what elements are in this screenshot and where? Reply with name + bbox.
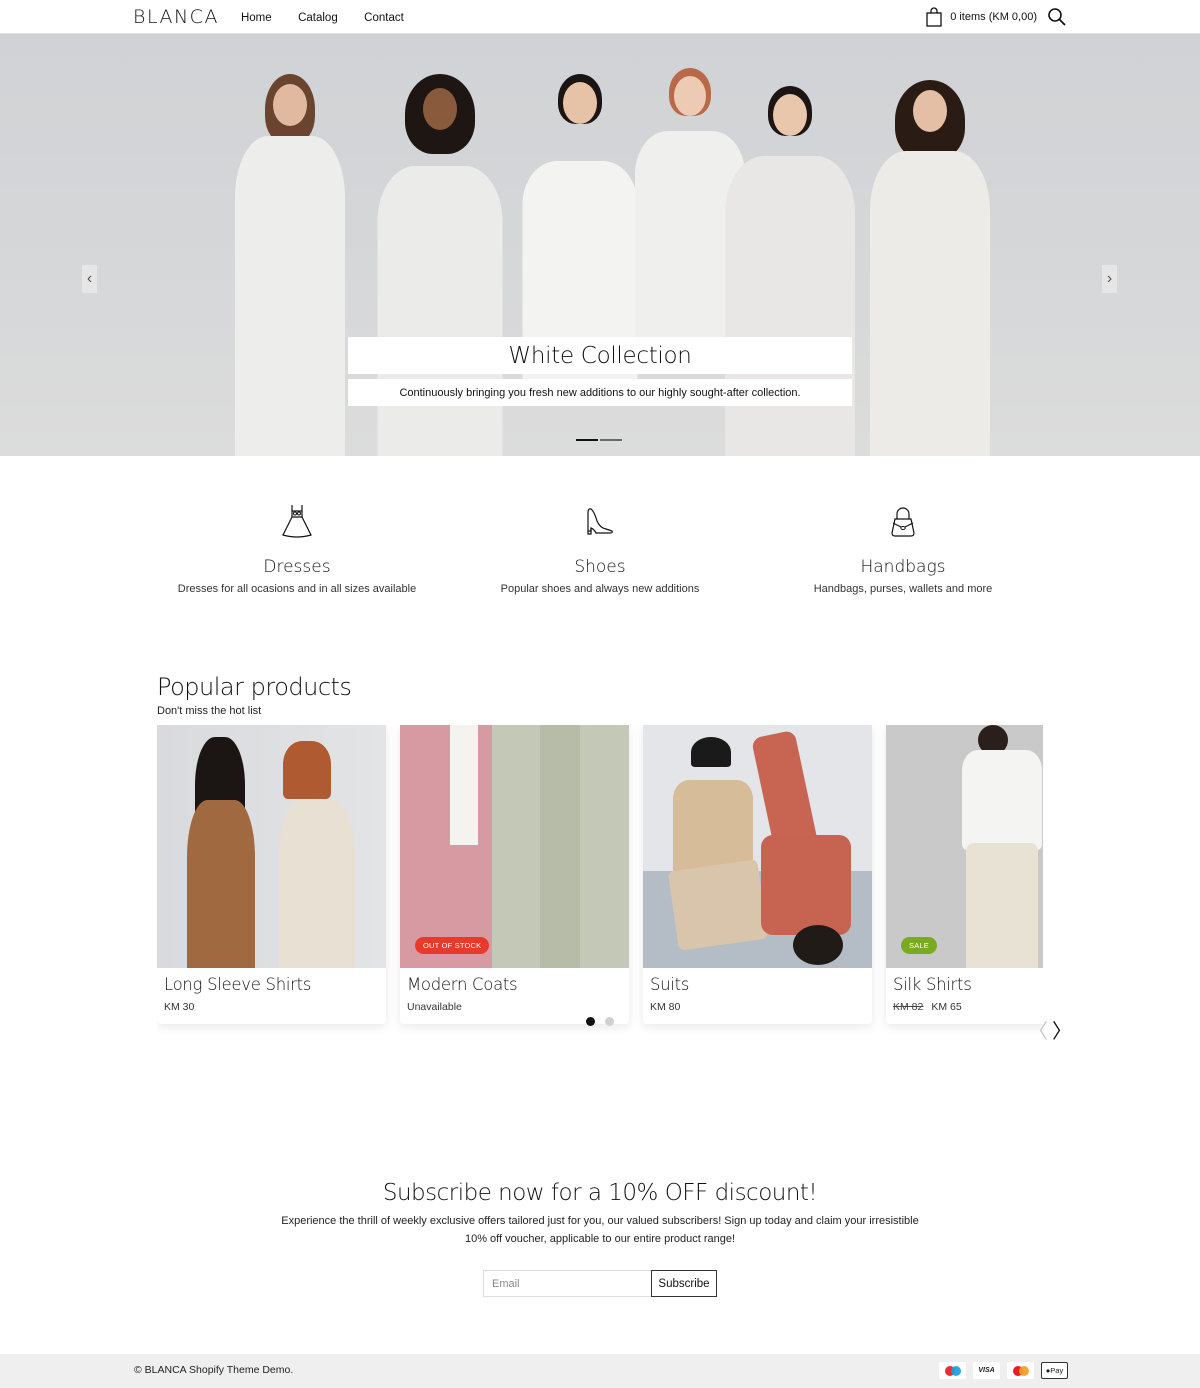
nav-home[interactable]: Home — [241, 12, 272, 24]
category-description: Popular shoes and always new additions — [500, 583, 700, 595]
maestro-icon — [939, 1362, 966, 1379]
handbag-icon — [891, 507, 915, 537]
hero-prev-button[interactable]: ‹ — [82, 265, 97, 293]
site-footer: © BLANCA Shopify Theme Demo. VISA ● Pay — [0, 1354, 1200, 1388]
price-current: KM 80 — [650, 1001, 681, 1013]
visa-label: VISA — [978, 1367, 995, 1374]
product-title[interactable]: Long Sleeve Shirts — [164, 975, 379, 994]
apple-pay-label: Pay — [1050, 1366, 1064, 1375]
hero-next-button[interactable]: › — [1102, 265, 1117, 293]
newsletter-form: Subscribe — [0, 1270, 1200, 1297]
category-features: Dresses Dresses for all ocasions and in … — [0, 501, 1200, 651]
product-title[interactable]: Silk Shirts — [893, 975, 1043, 994]
high-heel-icon — [587, 508, 613, 535]
chevron-right-icon[interactable]: 〉 — [1052, 1021, 1072, 1041]
price-current: Unavailable — [407, 1001, 462, 1013]
product-price: KM 30 — [164, 1001, 379, 1013]
newsletter-text: Experience the thrill of weekly exclusiv… — [281, 1215, 919, 1245]
popular-products: Popular products Don't miss the hot list… — [0, 673, 1200, 1041]
hero-subtitle: Continuously bringing you fresh new addi… — [399, 386, 801, 399]
nav-catalog[interactable]: Catalog — [298, 12, 338, 24]
category-title: Dresses — [263, 557, 331, 577]
section-title: Popular products — [157, 673, 352, 701]
product-carousel: Long Sleeve Shirts KM 30 OUT OF STOCK Mo… — [157, 725, 1043, 1035]
mastercard-icon — [1007, 1362, 1034, 1379]
dress-icon — [282, 505, 312, 538]
price-compare-at: KM 82 — [893, 1001, 924, 1013]
category-dresses[interactable]: Dresses Dresses for all ocasions and in … — [146, 501, 448, 651]
newsletter-title: Subscribe now for a 10% OFF discount! — [382, 1180, 818, 1206]
category-description: Handbags, purses, wallets and more — [813, 583, 993, 595]
carousel-dot-2[interactable] — [605, 1017, 614, 1026]
carousel-dot-1[interactable] — [586, 1017, 595, 1026]
chevron-left-icon: ‹ — [86, 270, 93, 287]
chevron-left-icon[interactable]: 〈 — [1028, 1021, 1048, 1041]
price-current: KM 65 — [931, 1001, 962, 1013]
category-handbags[interactable]: Handbags Handbags, purses, wallets and m… — [752, 501, 1054, 651]
carousel-pagination — [586, 1017, 614, 1026]
hero-title-box: White Collection — [348, 337, 852, 374]
category-title: Handbags — [860, 557, 946, 577]
hero-subtitle-box: Continuously bringing you fresh new addi… — [348, 379, 852, 406]
product-title[interactable]: Suits — [650, 975, 865, 994]
hero-pagination — [576, 439, 622, 441]
product-image[interactable]: SALE — [886, 725, 1043, 968]
email-input[interactable] — [483, 1270, 651, 1297]
price-current: KM 30 — [164, 1001, 195, 1013]
hero-title: White Collection — [508, 342, 692, 369]
search-icon[interactable] — [1047, 7, 1067, 27]
product-card[interactable]: Long Sleeve Shirts KM 30 — [157, 725, 386, 1024]
carousel-arrows: 〈 〉 — [1028, 1021, 1072, 1041]
product-price: KM 80 — [650, 1001, 865, 1013]
product-card[interactable]: SALE Silk Shirts KM 82 KM 65 — [886, 725, 1043, 1024]
newsletter-section: Subscribe now for a 10% OFF discount! Ex… — [0, 1180, 1200, 1297]
store-logo[interactable]: BLANCA — [133, 6, 219, 28]
product-title[interactable]: Modern Coats — [407, 975, 622, 994]
category-shoes[interactable]: Shoes Popular shoes and always new addit… — [449, 501, 751, 651]
apple-pay-icon: ● Pay — [1041, 1362, 1068, 1379]
category-description: Dresses for all ocasions and in all size… — [177, 583, 417, 595]
payment-methods: VISA ● Pay — [939, 1362, 1068, 1379]
hero-slideshow: ‹ › White Collection Continuously bringi… — [0, 34, 1200, 456]
product-card[interactable]: Suits KM 80 — [643, 725, 872, 1024]
product-card[interactable]: OUT OF STOCK Modern Coats Unavailable — [400, 725, 629, 1024]
main-nav: Home Catalog Contact — [241, 8, 426, 26]
cart-summary[interactable]: 0 items (KM 0,00) — [950, 11, 1037, 23]
nav-contact[interactable]: Contact — [364, 12, 404, 24]
section-subtitle: Don't miss the hot list — [157, 705, 262, 717]
product-image[interactable] — [643, 725, 872, 968]
hero-dot-2[interactable] — [600, 439, 622, 441]
product-availability: Unavailable — [407, 1001, 622, 1013]
sale-badge: SALE — [901, 937, 937, 954]
subscribe-button[interactable]: Subscribe — [651, 1270, 717, 1297]
hero-dot-1[interactable] — [576, 439, 598, 441]
site-header: BLANCA Home Catalog Contact 0 items (KM … — [0, 0, 1200, 34]
chevron-right-icon: › — [1106, 270, 1113, 287]
product-price: KM 82 KM 65 — [893, 1001, 1043, 1013]
category-title: Shoes — [574, 557, 626, 577]
product-image[interactable]: OUT OF STOCK — [400, 725, 629, 968]
copyright: © BLANCA Shopify Theme Demo. — [134, 1364, 294, 1376]
visa-icon: VISA — [973, 1362, 1000, 1379]
shopping-bag-icon[interactable] — [926, 7, 942, 27]
out-of-stock-badge: OUT OF STOCK — [415, 937, 490, 954]
product-image[interactable] — [157, 725, 386, 968]
